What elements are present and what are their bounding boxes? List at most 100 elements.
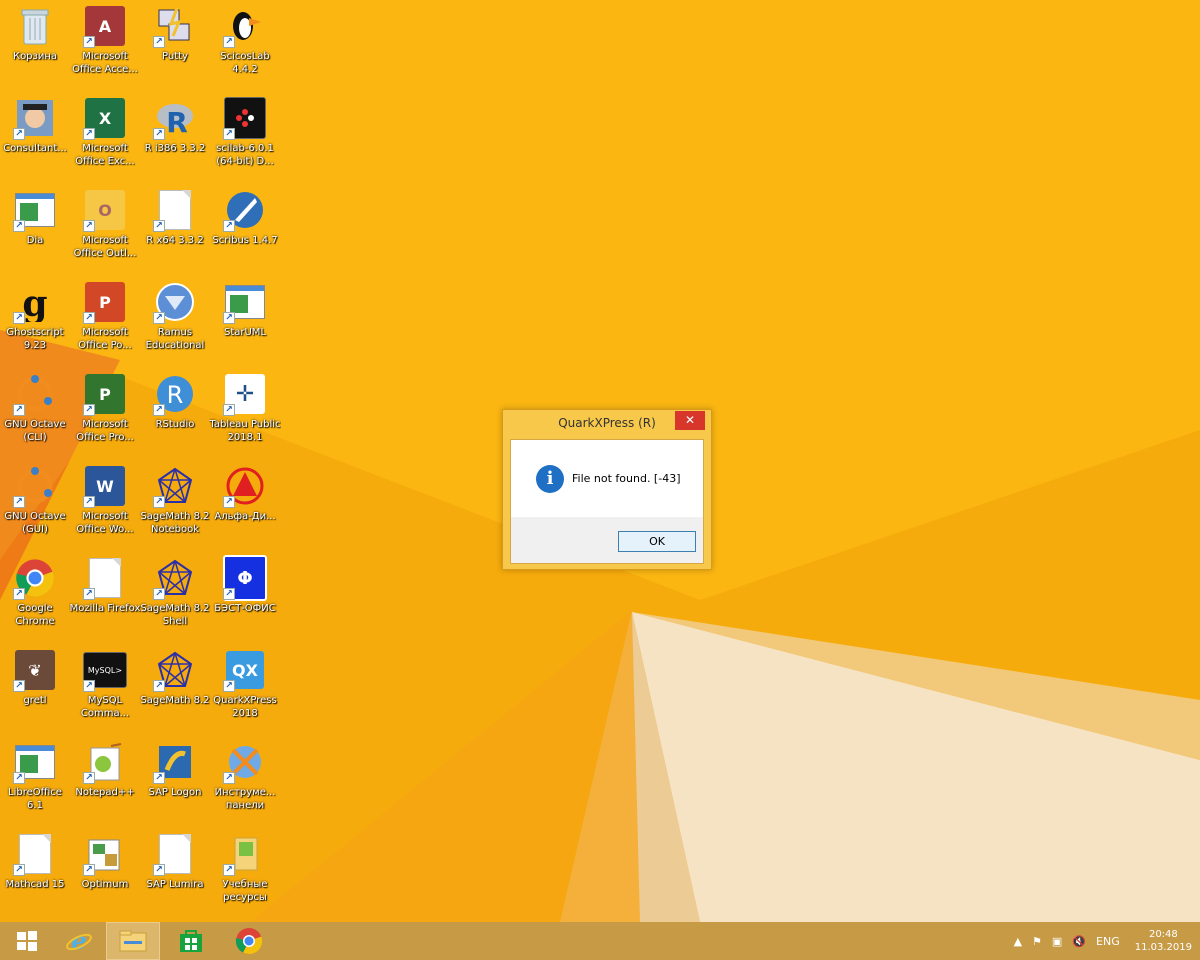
taskbar-ie[interactable]: e bbox=[52, 922, 106, 960]
desktop-icon[interactable]: ↗ Альфа-Ди... bbox=[210, 460, 280, 548]
best-office-icon: Φ ↗ bbox=[223, 555, 267, 601]
desktop-icon[interactable]: MySQL> ↗ MySQL Comma... bbox=[70, 644, 140, 732]
desktop-icon-label: R i386 3.3.2 bbox=[144, 143, 206, 154]
desktop-icon[interactable]: ↗ ScicosLab 4.4.2 bbox=[210, 0, 280, 88]
desktop-icon-label: Putty bbox=[162, 51, 188, 62]
desktop-icon[interactable]: ↗ Notepad++ bbox=[70, 736, 140, 824]
chrome-icon bbox=[235, 928, 263, 955]
desktop-icon-label: SAP Lumira bbox=[146, 879, 204, 890]
desktop-icon[interactable]: W ↗ Microsoft Office Wo... bbox=[70, 460, 140, 548]
desktop-icon-label: Альфа-Ди... bbox=[214, 511, 276, 522]
desktop-icon-label: SageMath 8.2 Shell bbox=[140, 603, 210, 627]
desktop-icon[interactable]: ↗ Mozilla Firefox bbox=[70, 552, 140, 640]
taskbar-store[interactable] bbox=[164, 922, 218, 960]
desktop-icon[interactable]: g ↗ Ghostscript 9.23 bbox=[0, 276, 70, 364]
desktop-icon[interactable]: QX ↗ QuarkXPress 2018 bbox=[210, 644, 280, 732]
network-icon[interactable]: ▣ bbox=[1052, 935, 1062, 948]
sagemath-icon: ↗ bbox=[153, 464, 197, 508]
clock-time: 20:48 bbox=[1148, 929, 1178, 940]
show-hidden-icons-icon[interactable]: ▲ bbox=[1014, 935, 1022, 948]
desktop-icon[interactable]: ↗ Ramus Educational bbox=[140, 276, 210, 364]
desktop-icon[interactable]: ↗ SAP Lumira bbox=[140, 828, 210, 916]
shortcut-arrow-icon: ↗ bbox=[153, 220, 165, 232]
desktop-icon[interactable]: R ↗ RStudio bbox=[140, 368, 210, 456]
desktop-icon[interactable]: ↗ SAP Logon bbox=[140, 736, 210, 824]
close-button[interactable]: ✕ bbox=[675, 411, 705, 430]
internet-explorer-icon: e bbox=[66, 927, 92, 955]
desktop-icon[interactable]: ↗ Учебные ресурсы bbox=[210, 828, 280, 916]
desktop-icon-grid: Корзина A ↗ Microsoft Office Acce... ↗ Putty ↗… bbox=[0, 0, 290, 922]
desktop-icon-label: Mozilla Firefox bbox=[69, 603, 141, 614]
desktop-icon-label: Tableau Public 2018.1 bbox=[209, 419, 281, 443]
input-language[interactable]: ENG bbox=[1096, 935, 1120, 948]
desktop-icon-label: QuarkXPress 2018 bbox=[213, 695, 277, 719]
desktop-icon-label: SageMath 8.2 bbox=[140, 695, 210, 706]
document-icon: ↗ bbox=[153, 188, 197, 232]
desktop-icon-label: Optimum bbox=[81, 879, 129, 890]
shortcut-arrow-icon: ↗ bbox=[13, 128, 25, 140]
desktop-icon[interactable]: ↗ R x64 3.3.2 bbox=[140, 184, 210, 272]
sap-logon-icon: ↗ bbox=[153, 740, 197, 784]
desktop-icon-label: SageMath 8.2 Notebook bbox=[140, 511, 210, 535]
desktop-icon[interactable]: P ↗ Microsoft Office Pro... bbox=[70, 368, 140, 456]
desktop-icon[interactable]: ↗ StarUML bbox=[210, 276, 280, 364]
desktop-icon[interactable]: ↗ LibreOffice 6.1 bbox=[0, 736, 70, 824]
desktop-icon[interactable]: ↗ Scribus 1.4.7 bbox=[210, 184, 280, 272]
desktop-icon[interactable]: ↗ scilab-6.0.1 (64-bit) D... bbox=[210, 92, 280, 180]
shortcut-arrow-icon: ↗ bbox=[13, 496, 25, 508]
desktop-icon[interactable]: O ↗ Microsoft Office Outl... bbox=[70, 184, 140, 272]
desktop-icon-label: Инструме... панели bbox=[214, 787, 276, 811]
desktop-icon-label: gretl bbox=[23, 695, 47, 706]
desktop-icon[interactable]: ✛ ↗ Tableau Public 2018.1 bbox=[209, 368, 281, 456]
powerpoint-icon: P ↗ bbox=[83, 280, 127, 324]
desktop-icon-label: GNU Octave (GUI) bbox=[4, 511, 66, 535]
desktop-icon[interactable]: P ↗ Microsoft Office Po... bbox=[70, 276, 140, 364]
desktop-icon-label: Корзина bbox=[12, 51, 58, 62]
desktop-icon[interactable]: ↗ Putty bbox=[140, 0, 210, 88]
shortcut-arrow-icon: ↗ bbox=[223, 496, 235, 508]
folder-icon: ↗ bbox=[223, 832, 267, 876]
desktop-icon-label: Microsoft Office Acce... bbox=[72, 51, 138, 75]
desktop-icon-label: LibreOffice 6.1 bbox=[8, 787, 62, 811]
taskbar-explorer[interactable] bbox=[106, 922, 160, 960]
info-icon: i bbox=[536, 465, 564, 493]
chrome-icon: ↗ bbox=[13, 556, 57, 600]
desktop-icon[interactable]: ↗ SageMath 8.2 Shell bbox=[140, 552, 210, 640]
desktop-icon[interactable]: ↗ Consultant... bbox=[0, 92, 70, 180]
dia-icon: ↗ bbox=[13, 188, 57, 232]
desktop-icon[interactable]: R ↗ R i386 3.3.2 bbox=[140, 92, 210, 180]
clock[interactable]: 20:48 11.03.2019 bbox=[1135, 928, 1192, 954]
shortcut-arrow-icon: ↗ bbox=[13, 404, 25, 416]
access-icon: A ↗ bbox=[83, 4, 127, 48]
scribus-icon: ↗ bbox=[223, 188, 267, 232]
taskbar-chrome[interactable] bbox=[222, 922, 276, 960]
shortcut-arrow-icon: ↗ bbox=[83, 864, 95, 876]
excel-icon: X ↗ bbox=[83, 96, 127, 140]
quarkxpress-icon: QX ↗ bbox=[223, 648, 267, 692]
desktop-icon[interactable]: ↗ Dia bbox=[0, 184, 70, 272]
desktop-icon[interactable]: ↗ Инструме... панели bbox=[210, 736, 280, 824]
shortcut-arrow-icon: ↗ bbox=[223, 220, 235, 232]
store-icon bbox=[180, 930, 202, 952]
shortcut-arrow-icon: ↗ bbox=[153, 772, 165, 784]
desktop-icon[interactable]: ↗ Mathcad 15 bbox=[0, 828, 70, 916]
desktop-icon[interactable]: Корзина bbox=[0, 0, 70, 88]
octave-icon: ↗ bbox=[13, 372, 57, 416]
desktop-icon[interactable]: ↗ GNU Octave (GUI) bbox=[0, 460, 70, 548]
action-center-flag-icon[interactable]: ⚑ bbox=[1032, 935, 1042, 948]
volume-muted-icon[interactable]: 🔇 bbox=[1072, 935, 1086, 948]
desktop-icon[interactable]: X ↗ Microsoft Office Exc... bbox=[70, 92, 140, 180]
desktop-icon[interactable]: ↗ SageMath 8.2 bbox=[140, 644, 210, 732]
desktop-icon[interactable]: A ↗ Microsoft Office Acce... bbox=[70, 0, 140, 88]
desktop-icon[interactable]: ❦ ↗ gretl bbox=[0, 644, 70, 732]
desktop-icon-label: Microsoft Office Po... bbox=[78, 327, 132, 351]
start-button[interactable] bbox=[0, 922, 54, 960]
desktop-icon[interactable]: ↗ GNU Octave (CLI) bbox=[0, 368, 70, 456]
desktop-icon[interactable]: ↗ Google Chrome bbox=[0, 552, 70, 640]
ok-button[interactable]: OK bbox=[618, 531, 696, 552]
desktop-icon[interactable]: ↗ Optimum bbox=[70, 828, 140, 916]
desktop-icon-label: Scribus 1.4.7 bbox=[212, 235, 278, 246]
r-icon: R ↗ bbox=[153, 96, 197, 140]
desktop-icon[interactable]: Φ ↗ БЭСТ-ОФИС bbox=[210, 552, 280, 640]
desktop-icon[interactable]: ↗ SageMath 8.2 Notebook bbox=[140, 460, 210, 548]
